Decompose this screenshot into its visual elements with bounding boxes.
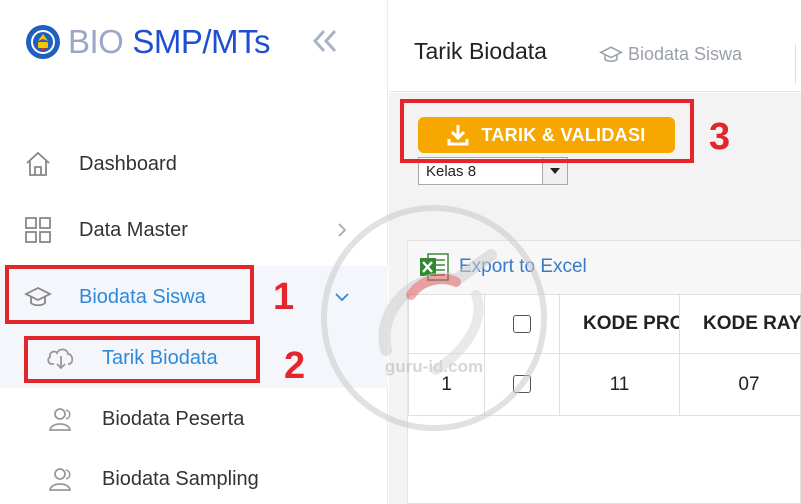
users-icon bbox=[46, 465, 76, 493]
double-chevron-left-icon bbox=[312, 29, 337, 53]
sidebar: BIO SMP/MTs Dashboard Data Master Biodat… bbox=[0, 0, 388, 504]
page-title: Tarik Biodata bbox=[414, 38, 547, 64]
brand-title: BIO SMP/MTs bbox=[68, 23, 271, 61]
sidebar-collapse-button[interactable] bbox=[310, 24, 340, 58]
export-excel-label: Export to Excel bbox=[459, 256, 587, 277]
kelas-select-value: Kelas 8 bbox=[426, 162, 477, 180]
brand-bio: BIO bbox=[68, 23, 124, 60]
sidebar-item-biodata-siswa[interactable]: Biodata Siswa bbox=[0, 266, 388, 328]
chevron-right-icon bbox=[334, 222, 350, 238]
column-header-select bbox=[484, 294, 560, 354]
users-icon bbox=[46, 405, 76, 433]
tarik-validasi-button[interactable]: TARIK & VALIDASI bbox=[418, 117, 675, 153]
sidebar-item-label: Biodata Siswa bbox=[79, 285, 206, 308]
column-header-kode-pro: KODE PRO bbox=[559, 294, 680, 354]
export-excel-link[interactable]: Export to Excel bbox=[418, 251, 587, 283]
content-area: TARIK & VALIDASI Kelas 8 Export to Excel… bbox=[389, 93, 801, 504]
home-icon bbox=[24, 150, 52, 178]
export-row: Export to Excel bbox=[408, 241, 801, 294]
chevron-down-icon bbox=[334, 289, 350, 305]
column-header-no bbox=[408, 294, 485, 354]
annotation-number-3: 3 bbox=[709, 116, 731, 158]
graduation-cap-icon bbox=[24, 283, 52, 311]
table-header-row: KODE PRO KODE RAY bbox=[408, 294, 801, 354]
select-all-checkbox[interactable] bbox=[513, 314, 531, 333]
breadcrumb-label: Biodata Siswa bbox=[628, 44, 743, 64]
kelas-select[interactable]: Kelas 8 bbox=[418, 157, 568, 185]
excel-icon bbox=[420, 253, 449, 281]
cell-no: 1 bbox=[408, 353, 485, 416]
annotation-number-1: 1 bbox=[273, 276, 295, 318]
sidebar-subitem-biodata-peserta[interactable]: Biodata Peserta bbox=[0, 389, 388, 449]
page-header: Tarik Biodata Biodata Siswa bbox=[389, 0, 801, 92]
sidebar-item-label: Tarik Biodata bbox=[102, 346, 218, 369]
brand-smp: SMP/MTs bbox=[132, 23, 271, 60]
cell-kode-pro: 11 bbox=[559, 353, 680, 416]
sidebar-subitem-tarik-biodata[interactable]: Tarik Biodata bbox=[0, 328, 388, 388]
brand[interactable]: BIO SMP/MTs bbox=[26, 22, 271, 62]
sidebar-item-label: Data Master bbox=[79, 218, 188, 241]
column-header-kode-ray: KODE RAY bbox=[679, 294, 801, 354]
table-row[interactable]: 1 11 07 bbox=[408, 353, 801, 416]
grid-icon bbox=[24, 216, 52, 244]
tarik-validasi-label: TARIK & VALIDASI bbox=[481, 124, 646, 145]
breadcrumb[interactable]: Biodata Siswa bbox=[599, 44, 742, 65]
select-arrow-icon bbox=[542, 158, 567, 184]
sidebar-item-dashboard[interactable]: Dashboard bbox=[0, 133, 388, 195]
header-divider bbox=[795, 44, 796, 84]
sidebar-item-data-master[interactable]: Data Master bbox=[0, 199, 388, 261]
cell-select bbox=[484, 353, 560, 416]
table-panel: Export to Excel KODE PRO KODE RAY 1 11 0… bbox=[407, 240, 801, 504]
sidebar-item-label: Biodata Peserta bbox=[102, 407, 245, 430]
sidebar-subitem-biodata-sampling[interactable]: Biodata Sampling bbox=[0, 449, 388, 504]
annotation-number-2: 2 bbox=[284, 345, 306, 387]
biodata-table: KODE PRO KODE RAY 1 11 07 bbox=[408, 294, 801, 416]
tut-wuri-logo-icon bbox=[26, 25, 60, 59]
sidebar-item-label: Dashboard bbox=[79, 152, 177, 175]
row-checkbox[interactable] bbox=[513, 375, 531, 394]
cloud-download-icon bbox=[46, 344, 76, 372]
download-icon bbox=[447, 124, 469, 146]
main-panel: Tarik Biodata Biodata Siswa TARIK & VALI… bbox=[389, 0, 801, 504]
graduation-cap-icon bbox=[599, 45, 623, 65]
sidebar-item-label: Biodata Sampling bbox=[102, 467, 259, 490]
cell-kode-ray: 07 bbox=[679, 353, 801, 416]
